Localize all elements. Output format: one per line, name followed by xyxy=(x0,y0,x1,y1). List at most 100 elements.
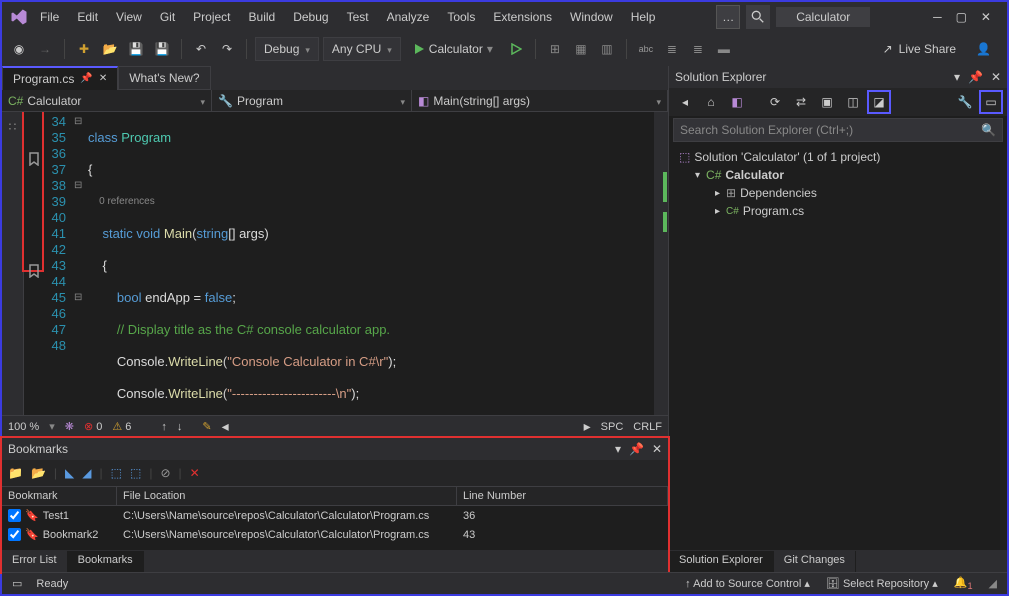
code-editor[interactable]: ∷ 343536373839404142434445464748 ⊟⊟⊟ cla… xyxy=(2,112,668,415)
menu-git[interactable]: Git xyxy=(152,6,183,28)
line-numbers: 343536373839404142434445464748 xyxy=(44,112,74,415)
save-all-button[interactable]: 💾 xyxy=(151,38,173,60)
select-repository[interactable]: 🗄 Select Repository ▴ xyxy=(826,577,938,590)
status-bar: ▭ Ready ↑ Add to Source Control ▴ 🗄 Sele… xyxy=(2,572,1007,594)
menu-extensions[interactable]: Extensions xyxy=(485,6,560,28)
menu-bar: File Edit View Git Project Build Debug T… xyxy=(2,2,1007,32)
nav-fwd-button[interactable]: → xyxy=(34,38,56,60)
maximize-button[interactable]: ▢ xyxy=(956,10,967,24)
menu-help[interactable]: Help xyxy=(623,6,664,28)
close-button[interactable]: ✕ xyxy=(981,10,991,24)
se-home-icon[interactable]: ⌂ xyxy=(701,92,721,112)
se-deps-node[interactable]: ⊞Dependencies xyxy=(675,184,1001,202)
se-switch-icon[interactable]: ◧ xyxy=(727,92,747,112)
tb-indent-icon[interactable]: ≣ xyxy=(661,38,683,60)
menu-tools[interactable]: Tools xyxy=(439,6,483,28)
tool-icon[interactable]: ∷ xyxy=(9,120,17,134)
minimize-button[interactable]: ─ xyxy=(933,10,942,24)
warning-indicator[interactable]: ⚠ 6 xyxy=(112,420,131,433)
main-toolbar: ◉ → ✚ 📂 💾 💾 ↶ ↷ Debug Any CPU Calculator… xyxy=(2,32,1007,66)
run-button[interactable]: Calculator▾ xyxy=(405,37,501,61)
se-solution-node[interactable]: ⬚Solution 'Calculator' (1 of 1 project) xyxy=(675,148,1001,166)
zoom-level[interactable]: 100 % xyxy=(8,421,39,433)
search-button[interactable] xyxy=(746,5,770,29)
tb-icon-3[interactable]: ▥ xyxy=(596,38,618,60)
search-icon: 🔍 xyxy=(981,123,996,137)
se-preview-toggle-icon[interactable]: ▭ xyxy=(981,92,1001,112)
more-button[interactable]: … xyxy=(716,5,740,29)
undo-button[interactable]: ↶ xyxy=(190,38,212,60)
account-icon[interactable]: 👤 xyxy=(976,42,991,56)
menu-project[interactable]: Project xyxy=(185,6,238,28)
output-icon[interactable]: ▭ xyxy=(12,577,22,590)
nav-project[interactable]: C#Calculator xyxy=(2,90,212,111)
menu-build[interactable]: Build xyxy=(241,6,284,28)
menu-test[interactable]: Test xyxy=(339,6,377,28)
run-no-debug-button[interactable] xyxy=(505,38,527,60)
se-search-input[interactable]: Search Solution Explorer (Ctrl+;) 🔍 xyxy=(673,118,1003,142)
menu-debug[interactable]: Debug xyxy=(285,6,336,28)
tb-comment-icon[interactable]: ▬ xyxy=(713,38,735,60)
save-button[interactable]: 💾 xyxy=(125,38,147,60)
se-menu-icon[interactable]: ▾ xyxy=(954,70,960,84)
nav-method[interactable]: ◧Main(string[] args) xyxy=(412,90,668,111)
code-area[interactable]: class Program { 0 references static void… xyxy=(88,112,654,415)
platform-dropdown[interactable]: Any CPU xyxy=(323,37,401,61)
menu-edit[interactable]: Edit xyxy=(69,6,106,28)
se-showall-icon[interactable]: ◫ xyxy=(843,92,863,112)
bookmark-margin[interactable] xyxy=(24,112,44,415)
se-back-icon[interactable]: ◂ xyxy=(675,92,695,112)
editor-status-bar: 100 % ▾ ❋ ⊗ 0 ⚠ 6 ↑↓ ✎ ◂ ▸ SPC CRLF xyxy=(2,415,668,437)
menu-view[interactable]: View xyxy=(108,6,150,28)
tab-program-cs[interactable]: Program.cs 📌 ✕ xyxy=(2,66,118,91)
se-preview-icon[interactable]: ◪ xyxy=(869,92,889,112)
redo-button[interactable]: ↷ xyxy=(216,38,238,60)
tab-solution-explorer[interactable]: Solution Explorer xyxy=(669,551,774,572)
tb-icon-1[interactable]: ⊞ xyxy=(544,38,566,60)
tab-git-changes[interactable]: Git Changes xyxy=(774,551,856,572)
config-dropdown[interactable]: Debug xyxy=(255,37,319,61)
tab-whats-new[interactable]: What's New? xyxy=(118,66,210,90)
nav-class[interactable]: 🔧Program xyxy=(212,90,412,111)
line-ending[interactable]: CRLF xyxy=(633,421,662,433)
tab-pin-icon[interactable]: 📌 xyxy=(80,73,92,84)
solution-explorer: Solution Explorer ▾ 📌 ✕ ◂ ⌂ ◧ ⟳ ⇄ ▣ ◫ ◪ … xyxy=(668,66,1007,572)
menu-analyze[interactable]: Analyze xyxy=(379,6,438,28)
se-project-node[interactable]: C#Calculator xyxy=(675,166,1001,184)
health-icon[interactable]: ❋ xyxy=(65,420,74,433)
se-tree[interactable]: ⬚Solution 'Calculator' (1 of 1 project) … xyxy=(669,144,1007,224)
se-title: Solution Explorer xyxy=(675,70,954,84)
code-nav-bar: C#Calculator 🔧Program ◧Main(string[] arg… xyxy=(2,90,668,112)
add-source-control[interactable]: ↑ Add to Source Control ▴ xyxy=(685,577,810,590)
se-sync-icon[interactable]: ⇄ xyxy=(791,92,811,112)
se-props-icon[interactable]: 🔧 xyxy=(955,92,975,112)
tb-outdent-icon[interactable]: ≣ xyxy=(687,38,709,60)
tb-icon-2[interactable]: ▦ xyxy=(570,38,592,60)
scroll-map[interactable] xyxy=(654,112,668,415)
fold-column[interactable]: ⊟⊟⊟ xyxy=(74,112,88,415)
se-toolbar: ◂ ⌂ ◧ ⟳ ⇄ ▣ ◫ ◪ 🔧 ▭ xyxy=(669,88,1007,116)
error-indicator[interactable]: ⊗ 0 xyxy=(84,420,102,433)
notifications-icon[interactable]: 🔔1 xyxy=(954,576,973,591)
live-share-button[interactable]: Live Share xyxy=(899,42,956,56)
live-share-icon: ↗ xyxy=(883,42,893,56)
se-close-icon[interactable]: ✕ xyxy=(991,70,1001,84)
se-refresh-icon[interactable]: ⟳ xyxy=(765,92,785,112)
indent-mode[interactable]: SPC xyxy=(601,421,624,433)
status-ready: Ready xyxy=(36,578,68,590)
open-button[interactable]: 📂 xyxy=(99,38,121,60)
tab-close-icon[interactable]: ✕ xyxy=(99,73,107,84)
tb-abc-icon[interactable]: abc xyxy=(635,38,657,60)
se-file-node[interactable]: C#Program.cs xyxy=(675,202,1001,220)
document-tabs: Program.cs 📌 ✕ What's New? xyxy=(2,66,668,90)
new-item-button[interactable]: ✚ xyxy=(73,38,95,60)
se-pin-icon[interactable]: 📌 xyxy=(968,70,983,84)
perf-icon[interactable]: ◢ xyxy=(989,577,997,590)
se-collapse-icon[interactable]: ▣ xyxy=(817,92,837,112)
bookmark-icon[interactable] xyxy=(27,152,41,166)
nav-back-button[interactable]: ◉ xyxy=(8,38,30,60)
vertical-toolbar: ∷ xyxy=(2,112,24,415)
menu-file[interactable]: File xyxy=(32,6,67,28)
menu-window[interactable]: Window xyxy=(562,6,621,28)
bookmark-icon[interactable] xyxy=(27,264,41,278)
